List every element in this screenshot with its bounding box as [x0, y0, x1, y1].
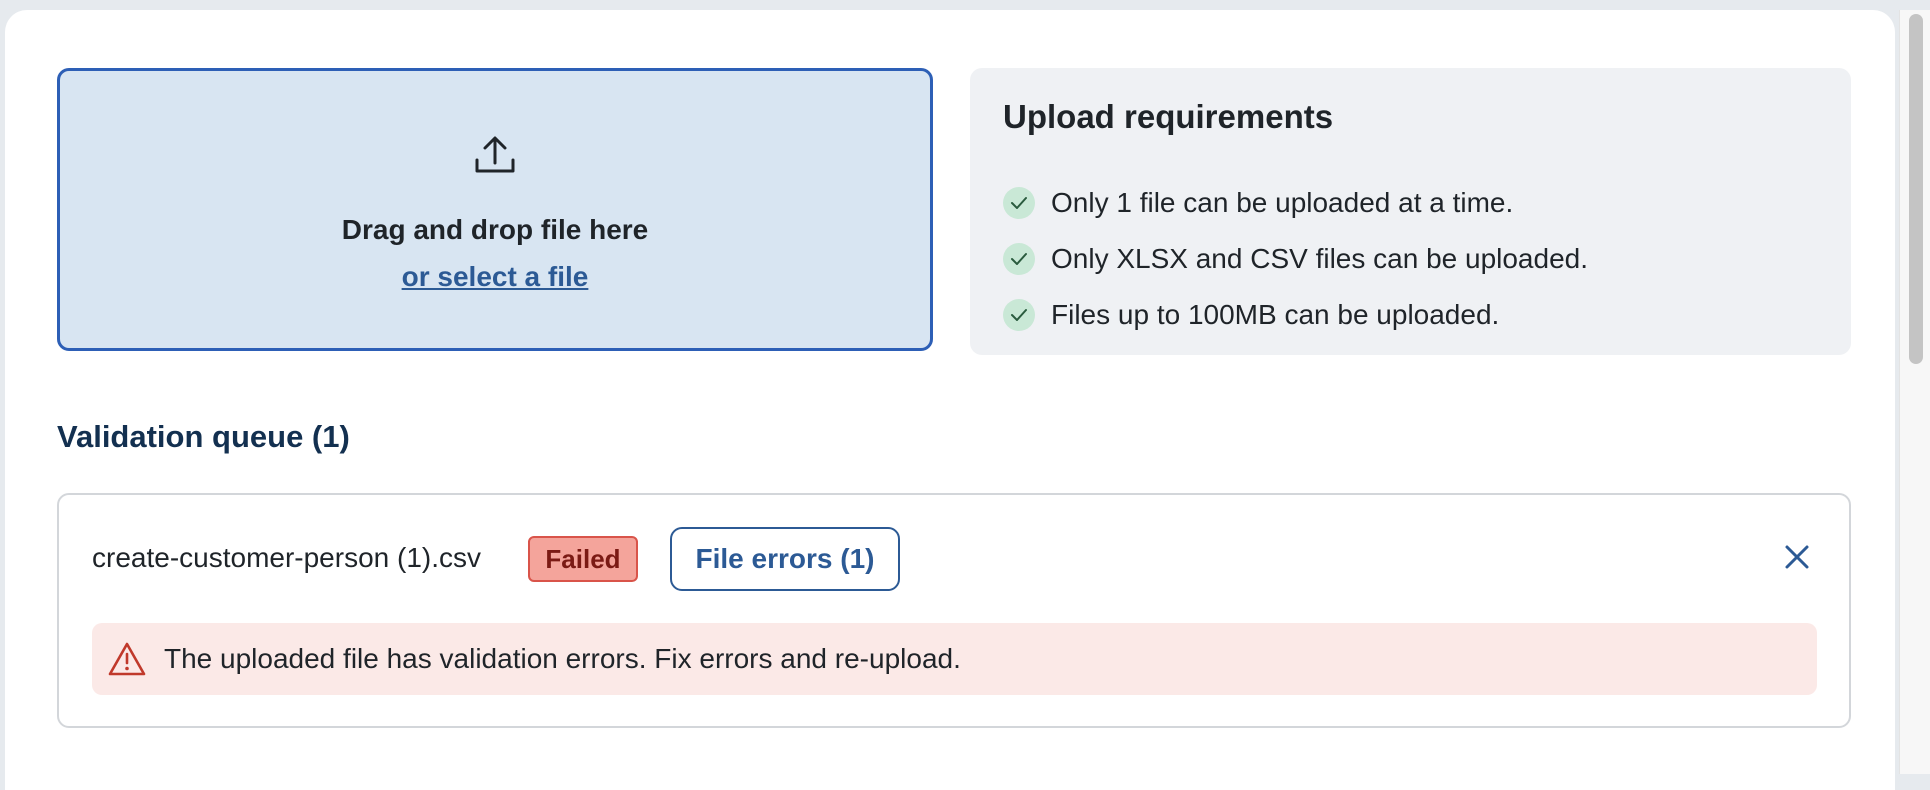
select-file-link[interactable]: or select a file — [60, 261, 930, 293]
check-icon — [1003, 187, 1035, 219]
requirement-text: Files up to 100MB can be uploaded. — [1051, 299, 1500, 330]
dropzone-title: Drag and drop file here — [341, 214, 649, 245]
requirement-text: Only 1 file can be uploaded at a time. — [1051, 187, 1514, 218]
requirement-item: Files up to 100MB can be uploaded. — [1003, 287, 1588, 343]
validation-error-alert: The uploaded file has validation errors.… — [92, 623, 1817, 695]
requirement-item: Only XLSX and CSV files can be uploaded. — [1003, 231, 1588, 287]
upload-panel: Drag and drop file here or select a file… — [5, 10, 1895, 790]
file-name: create-customer-person (1).csv — [92, 542, 482, 573]
close-icon — [1785, 545, 1809, 569]
requirements-list: Only 1 file can be uploaded at a time. O… — [1003, 175, 1588, 343]
validation-queue-title: Validation queue (1) — [57, 419, 350, 454]
scrollbar-thumb[interactable] — [1909, 14, 1923, 364]
alert-message: The uploaded file has validation errors.… — [164, 643, 961, 674]
status-badge: Failed — [528, 536, 638, 582]
upload-icon — [475, 136, 515, 173]
warning-icon — [108, 642, 146, 676]
remove-file-button[interactable] — [1779, 539, 1815, 575]
requirement-text: Only XLSX and CSV files can be uploaded. — [1051, 243, 1589, 274]
file-errors-button[interactable]: File errors (1) — [670, 527, 900, 591]
upload-requirements: Upload requirements Only 1 file can be u… — [970, 68, 1851, 355]
queue-item-card: create-customer-person (1).csv Failed Fi… — [57, 493, 1851, 728]
check-icon — [1003, 299, 1035, 331]
check-icon — [1003, 243, 1035, 275]
requirements-title: Upload requirements — [1003, 98, 1334, 135]
vertical-scrollbar[interactable] — [1899, 10, 1930, 774]
requirement-item: Only 1 file can be uploaded at a time. — [1003, 175, 1588, 231]
file-dropzone[interactable]: Drag and drop file here or select a file — [57, 68, 933, 351]
